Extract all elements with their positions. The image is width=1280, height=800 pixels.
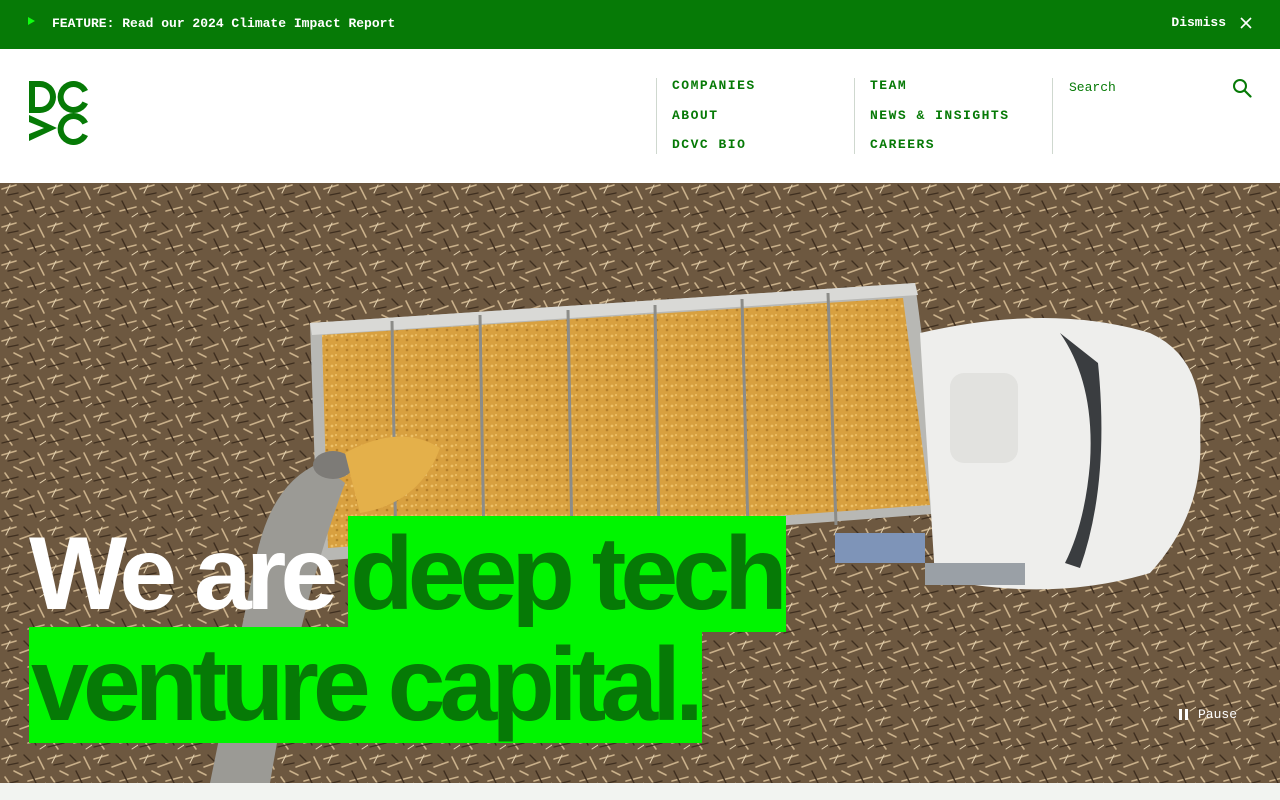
search-input[interactable]	[1069, 79, 1219, 96]
site-header: COMPANIES ABOUT DCVC BIO TEAM NEWS & INS…	[0, 49, 1280, 183]
pause-button[interactable]: Pause	[1178, 707, 1237, 722]
play-triangle-icon	[28, 17, 35, 25]
nav-item-news-insights[interactable]: NEWS & INSIGHTS	[870, 108, 1052, 138]
dismiss-button[interactable]: Dismiss	[1171, 15, 1252, 30]
nav-item-companies[interactable]: COMPANIES	[672, 78, 854, 108]
nav-item-dcvc-bio[interactable]: DCVC BIO	[672, 137, 854, 167]
nav-item-team[interactable]: TEAM	[870, 78, 1052, 108]
nav-column-secondary: TEAM NEWS & INSIGHTS CAREERS	[854, 78, 1052, 154]
dismiss-label: Dismiss	[1171, 15, 1226, 30]
nav-column-primary: COMPANIES ABOUT DCVC BIO	[656, 78, 854, 154]
search-icon[interactable]	[1232, 78, 1252, 103]
pause-label: Pause	[1197, 707, 1237, 722]
search-box	[1052, 78, 1280, 154]
page-below-fold	[0, 783, 1280, 800]
headline-highlight-1: deep tech	[348, 516, 788, 632]
feature-banner: FEATURE: Read our 2024 Climate Impact Re…	[0, 0, 1280, 49]
nav-item-careers[interactable]: CAREERS	[870, 137, 1052, 167]
hero-headline: We are deep tech venture capital.	[29, 516, 929, 743]
feature-link[interactable]: FEATURE: Read our 2024 Climate Impact Re…	[52, 16, 395, 31]
nav-item-about[interactable]: ABOUT	[672, 108, 854, 138]
pause-icon	[1178, 709, 1188, 720]
dcvc-logo[interactable]	[29, 81, 89, 145]
headline-highlight-2: venture capital.	[29, 627, 704, 743]
hero-section: We are deep tech venture capital. Pause	[0, 183, 1280, 783]
close-icon[interactable]	[1240, 16, 1252, 29]
headline-plain-text: We are	[29, 516, 338, 632]
